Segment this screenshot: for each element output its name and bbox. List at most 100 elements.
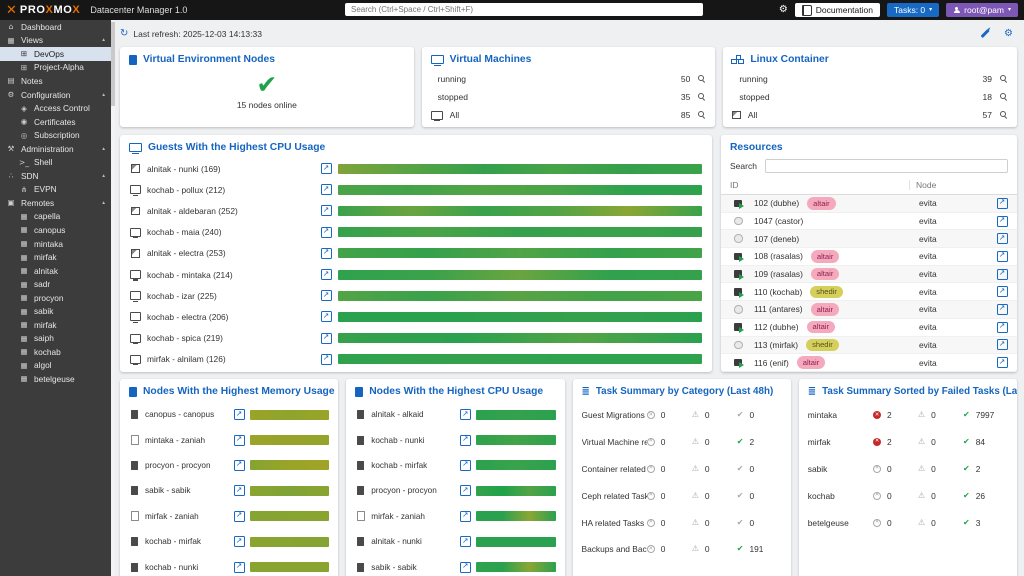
resource-row[interactable]: 112 (dubhe) altair evita <box>721 319 1017 337</box>
error-stat[interactable]: 0 <box>873 518 918 528</box>
column-header-node[interactable]: Node <box>909 180 992 190</box>
edit-dashboard-icon[interactable] <box>981 29 990 38</box>
external-link-icon[interactable] <box>321 311 332 322</box>
warning-stat[interactable]: ⚠0 <box>918 491 963 501</box>
error-stat[interactable]: 0 <box>647 464 692 474</box>
sidebar-item[interactable]: ⚒ Administration ▴ <box>0 142 111 156</box>
warning-stat[interactable]: ⚠0 <box>918 464 963 474</box>
error-stat[interactable]: 0 <box>647 518 692 528</box>
external-link-icon[interactable] <box>321 269 332 280</box>
sidebar-item[interactable]: ⋔ EVPN <box>0 183 111 197</box>
sidebar-item[interactable]: ▣ Remotes ▴ <box>0 196 111 210</box>
external-link-icon[interactable] <box>997 198 1008 209</box>
sidebar-item[interactable]: ▦ kochab <box>0 345 111 359</box>
external-link-icon[interactable] <box>234 485 245 496</box>
external-link-icon[interactable] <box>321 184 332 195</box>
sidebar-item[interactable]: ▤ Notes <box>0 74 111 88</box>
error-stat[interactable]: 0 <box>647 410 692 420</box>
resource-row[interactable]: 109 (rasalas) altair evita <box>721 266 1017 284</box>
settings-icon[interactable]: ⚙ <box>1004 29 1013 39</box>
collapse-caret-icon[interactable]: ▴ <box>102 92 105 98</box>
resource-row[interactable]: 113 (mirfak) shedir evita <box>721 337 1017 355</box>
sidebar-item[interactable]: ▦ mintaka <box>0 237 111 251</box>
external-link-icon[interactable] <box>321 163 332 174</box>
warning-stat[interactable]: ⚠0 <box>692 518 737 528</box>
warning-stat[interactable]: ⚠0 <box>918 410 963 420</box>
collapse-caret-icon[interactable]: ▴ <box>102 146 105 152</box>
sidebar-item[interactable]: ▦ saiph <box>0 332 111 346</box>
sidebar-item[interactable]: ∴ SDN ▴ <box>0 169 111 183</box>
external-link-icon[interactable] <box>997 251 1008 262</box>
ok-stat[interactable]: ✔0 <box>737 410 782 420</box>
ok-stat[interactable]: ✔0 <box>737 464 782 474</box>
external-link-icon[interactable] <box>234 511 245 522</box>
sidebar-item[interactable]: ▦ procyon <box>0 291 111 305</box>
sidebar-item[interactable]: >_ Shell <box>0 155 111 169</box>
collapse-caret-icon[interactable]: ▴ <box>102 173 105 179</box>
external-link-icon[interactable] <box>321 227 332 238</box>
column-header-id[interactable]: ID <box>730 180 909 190</box>
search-icon[interactable] <box>697 75 706 84</box>
external-link-icon[interactable] <box>460 485 471 496</box>
sidebar-item[interactable]: ▦ sadr <box>0 277 111 291</box>
warning-stat[interactable]: ⚠0 <box>692 437 737 447</box>
external-link-icon[interactable] <box>460 536 471 547</box>
external-link-icon[interactable] <box>234 460 245 471</box>
ok-stat[interactable]: ✔7997 <box>963 410 1008 420</box>
external-link-icon[interactable] <box>460 435 471 446</box>
tasks-button[interactable]: Tasks: 0▾ <box>887 3 939 17</box>
global-search-input[interactable] <box>345 3 703 16</box>
ok-stat[interactable]: ✔2 <box>963 464 1008 474</box>
external-link-icon[interactable] <box>234 435 245 446</box>
resource-row[interactable]: 107 (deneb) evita <box>721 230 1017 248</box>
external-link-icon[interactable] <box>997 357 1008 368</box>
external-link-icon[interactable] <box>997 216 1008 227</box>
external-link-icon[interactable] <box>321 333 332 344</box>
sidebar-item[interactable]: ▦ capella <box>0 210 111 224</box>
ok-stat[interactable]: ✔84 <box>963 437 1008 447</box>
resource-row[interactable]: 1047 (castor) evita <box>721 213 1017 231</box>
ok-stat[interactable]: ✔0 <box>737 491 782 501</box>
ok-stat[interactable]: ✔0 <box>737 518 782 528</box>
search-icon[interactable] <box>999 75 1008 84</box>
error-stat[interactable]: 0 <box>647 544 692 554</box>
external-link-icon[interactable] <box>234 562 245 573</box>
resources-search-input[interactable] <box>765 159 1008 173</box>
sidebar-item[interactable]: ▦ mirfak <box>0 318 111 332</box>
resource-row[interactable]: 111 (antares) altair evita <box>721 301 1017 319</box>
external-link-icon[interactable] <box>234 409 245 420</box>
error-stat[interactable]: 2 <box>873 437 918 447</box>
ok-stat[interactable]: ✔191 <box>737 544 782 554</box>
external-link-icon[interactable] <box>321 290 332 301</box>
sidebar-item[interactable]: ▦ alnitak <box>0 264 111 278</box>
ok-stat[interactable]: ✔26 <box>963 491 1008 501</box>
collapse-caret-icon[interactable]: ▴ <box>102 200 105 206</box>
sidebar-item[interactable]: ◉ Certificates <box>0 115 111 129</box>
error-stat[interactable]: 0 <box>647 491 692 501</box>
sidebar-item[interactable]: ▦ canopus <box>0 223 111 237</box>
resource-row[interactable]: 108 (rasalas) altair evita <box>721 248 1017 266</box>
gear-icon[interactable]: ⚙ <box>779 5 788 15</box>
error-stat[interactable]: 0 <box>647 437 692 447</box>
sidebar-item[interactable]: ▦ algol <box>0 359 111 373</box>
external-link-icon[interactable] <box>460 409 471 420</box>
user-menu-button[interactable]: root@pam▾ <box>946 3 1018 17</box>
external-link-icon[interactable] <box>321 205 332 216</box>
sidebar-item[interactable]: ◈ Access Control <box>0 101 111 115</box>
error-stat[interactable]: 0 <box>873 464 918 474</box>
sidebar-item[interactable]: ⊞ DevOps <box>0 47 111 61</box>
search-icon[interactable] <box>697 111 706 120</box>
ok-stat[interactable]: ✔3 <box>963 518 1008 528</box>
external-link-icon[interactable] <box>321 354 332 365</box>
ok-stat[interactable]: ✔2 <box>737 437 782 447</box>
resource-row[interactable]: 110 (kochab) shedir evita <box>721 283 1017 301</box>
sidebar-item[interactable]: ⚙ Configuration ▴ <box>0 88 111 102</box>
external-link-icon[interactable] <box>997 269 1008 280</box>
external-link-icon[interactable] <box>997 286 1008 297</box>
resource-row[interactable]: 116 (enif) altair evita <box>721 354 1017 372</box>
sidebar-item[interactable]: ▦ mirfak <box>0 250 111 264</box>
sidebar-item[interactable]: ◎ Subscription <box>0 128 111 142</box>
external-link-icon[interactable] <box>460 460 471 471</box>
warning-stat[interactable]: ⚠0 <box>692 544 737 554</box>
error-stat[interactable]: 0 <box>873 491 918 501</box>
